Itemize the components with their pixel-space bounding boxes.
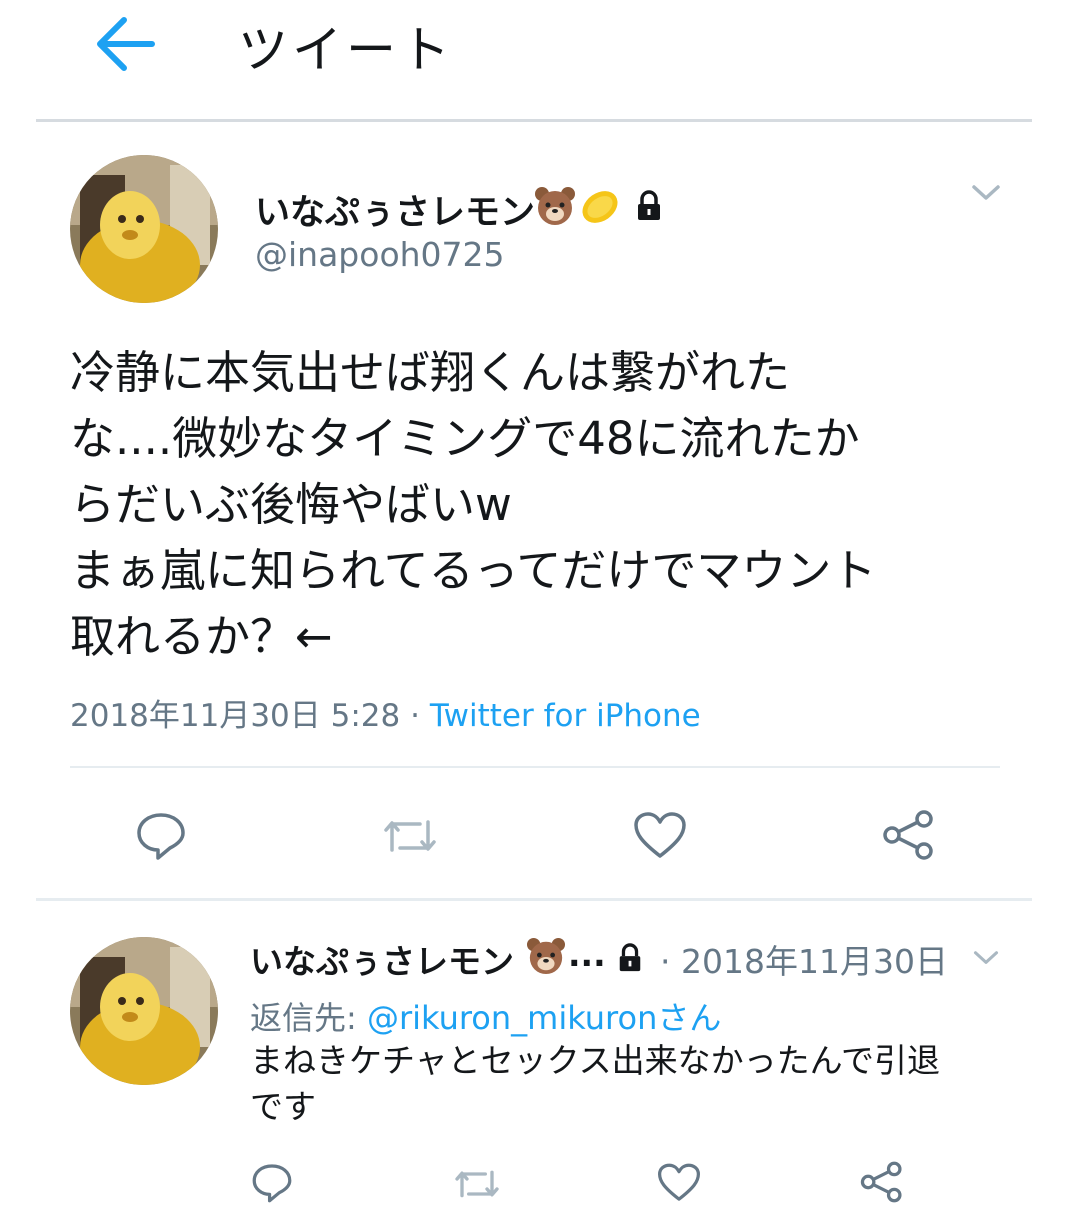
display-name[interactable]: いなぷぅさレモン bbox=[255, 184, 535, 235]
tweet-text: 冷静に本気出せば翔くんは繋がれた な....微妙なタイミングで48に流れたか ら… bbox=[70, 340, 1030, 670]
reply-to-suffix: さん bbox=[657, 999, 722, 1037]
reply-button[interactable] bbox=[250, 1162, 294, 1208]
retweet-icon bbox=[384, 820, 436, 852]
reply-icon bbox=[252, 1164, 292, 1203]
reply-icon bbox=[137, 813, 185, 860]
avatar[interactable] bbox=[70, 155, 218, 303]
share-icon bbox=[860, 1161, 902, 1203]
divider bbox=[70, 766, 1000, 768]
tweet-text-line: まぁ嵐に知られてるってだけでマウント bbox=[70, 544, 877, 597]
reply-to-line: 返信先: @rikuron_mikuronさん bbox=[250, 993, 721, 1039]
reply-text-line: です bbox=[250, 1087, 316, 1126]
bear-face-emoji bbox=[534, 186, 576, 230]
bear-face-emoji bbox=[526, 937, 566, 979]
name-ellipsis: ... bbox=[568, 935, 606, 974]
top-bar: ツイート bbox=[0, 0, 1075, 122]
retweet-button[interactable] bbox=[452, 1164, 502, 1208]
like-icon bbox=[658, 1163, 700, 1201]
tweet-source-link[interactable]: Twitter for iPhone bbox=[430, 698, 701, 734]
reply-display-name[interactable]: いなぷぅさレモン bbox=[250, 935, 514, 983]
tweet-text-line: 冷静に本気出せば翔くんは繋がれた bbox=[70, 346, 791, 399]
reply-avatar[interactable] bbox=[70, 937, 218, 1085]
reply-date[interactable]: · 2018年11月30日 bbox=[660, 935, 948, 983]
like-button[interactable] bbox=[656, 1162, 702, 1208]
tweet-text-line: な....微妙なタイミングで48に流れたか bbox=[70, 412, 860, 465]
like-button[interactable] bbox=[632, 810, 688, 866]
tweet-text-line: らだいぶ後悔やばいw bbox=[70, 478, 512, 531]
meta-separator: · bbox=[410, 698, 420, 734]
share-icon bbox=[883, 810, 933, 860]
retweet-icon bbox=[455, 1170, 499, 1198]
divider bbox=[36, 898, 1032, 901]
lock-icon bbox=[634, 190, 664, 226]
reply-to-mention[interactable]: @rikuron_mikuronさん bbox=[367, 999, 721, 1037]
reply-to-handle[interactable]: @rikuron_mikuron bbox=[367, 999, 657, 1037]
reply-to-label: 返信先: bbox=[250, 999, 357, 1037]
reply-text-line: まねきケチャとセックス出来なかったんで引退 bbox=[250, 1041, 941, 1080]
back-arrow-icon bbox=[97, 17, 155, 71]
tweet-timestamp: 2018年11月30日 5:28 bbox=[70, 698, 401, 734]
chevron-down-icon bbox=[973, 951, 999, 964]
lemon-emoji bbox=[578, 186, 622, 230]
back-button[interactable] bbox=[92, 12, 162, 76]
reply-button[interactable] bbox=[134, 810, 188, 866]
page-title: ツイート bbox=[238, 21, 454, 79]
reply-text: まねきケチャとセックス出来なかったんで引退 です bbox=[250, 1038, 1010, 1130]
retweet-button[interactable] bbox=[380, 812, 440, 864]
like-icon bbox=[634, 812, 686, 858]
share-button[interactable] bbox=[858, 1160, 906, 1208]
reply-options-button[interactable] bbox=[972, 948, 1000, 972]
tweet-options-button[interactable] bbox=[970, 182, 1002, 208]
tweet-text-line: 取れるか？← bbox=[70, 610, 333, 663]
tweet-meta: 2018年11月30日 5:28 · Twitter for iPhone bbox=[70, 690, 701, 735]
chevron-down-icon bbox=[972, 185, 1000, 200]
user-handle[interactable]: @inapooh0725 bbox=[255, 235, 505, 274]
header-divider bbox=[36, 119, 1032, 122]
share-button[interactable] bbox=[880, 808, 938, 866]
lock-icon bbox=[616, 943, 644, 977]
